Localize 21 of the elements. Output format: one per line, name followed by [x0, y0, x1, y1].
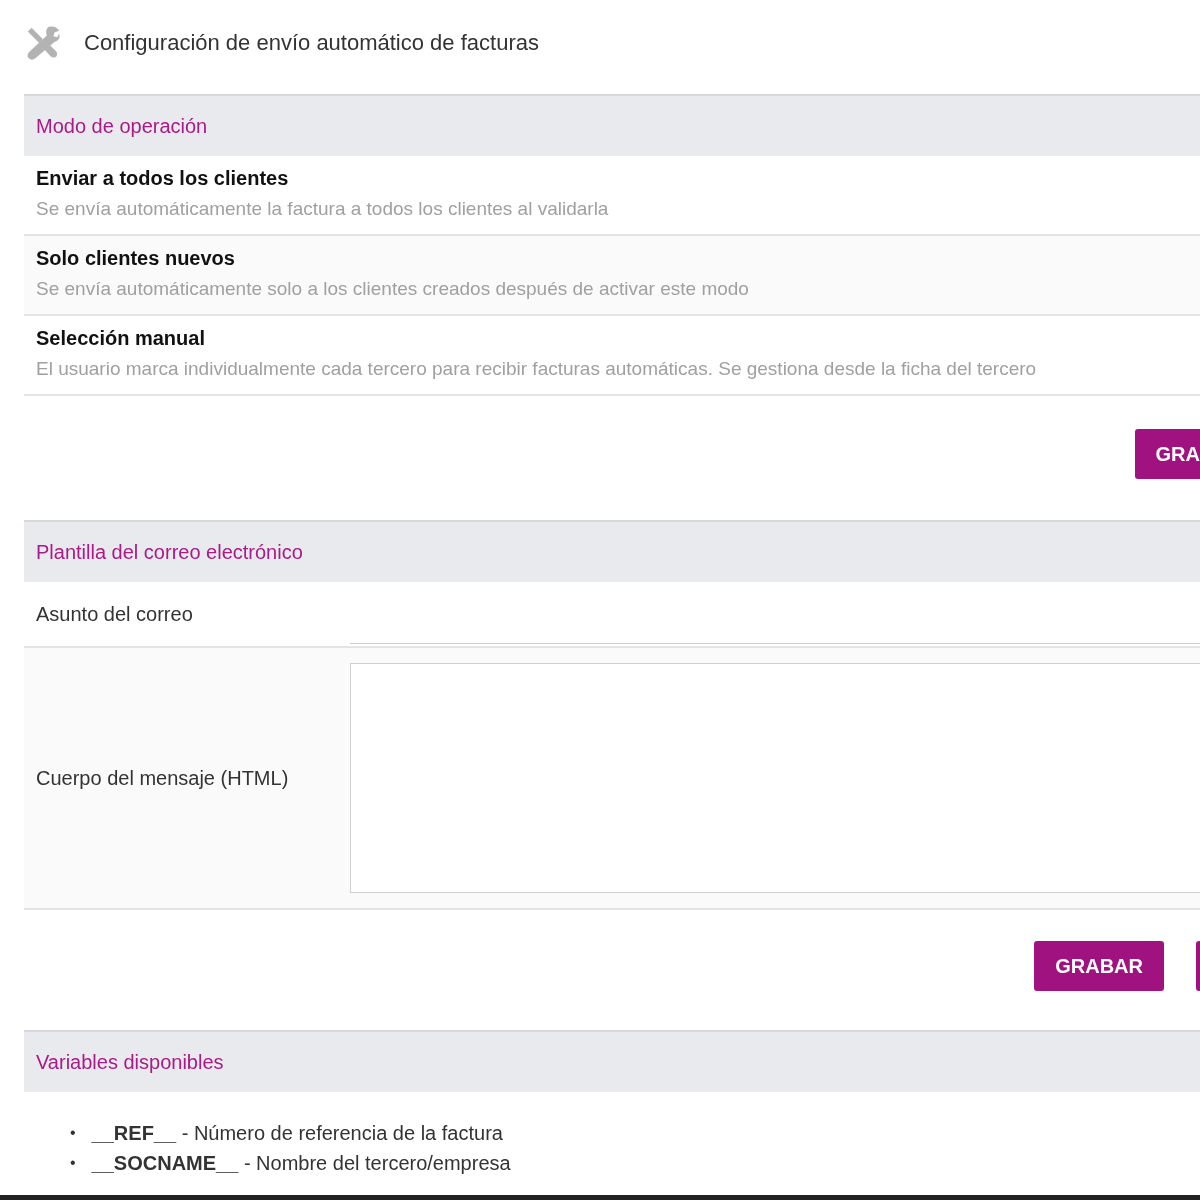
field-label: Asunto del correo	[36, 602, 194, 626]
section-header: Variables disponibles	[24, 1030, 1200, 1092]
page-title: Configuración de envío automático de facturas	[84, 30, 539, 56]
option-title: Enviar a todos los clientes	[36, 167, 290, 190]
option-description: Se envía automáticamente la factura a todos los clientes al validarla	[36, 198, 610, 220]
save-button[interactable]: GRABAR	[1034, 941, 1164, 991]
variable-description: __SOCNAME__ - Nombre del tercero/empresa	[91, 1151, 511, 1176]
option-row[interactable]: Solo clientes nuevos Se envía automáticamente solo a los clientes creados después de activar este modo	[24, 236, 1200, 316]
bullet: •	[70, 1153, 76, 1173]
option-title: Selección manual	[36, 327, 206, 350]
section-header: Modo de operación	[24, 94, 1200, 156]
save-button[interactable]: GRA	[1134, 429, 1200, 479]
bullet: •	[70, 1123, 76, 1143]
option-description: El usuario marca individualmente cada tercero para recibir facturas automáticas. Se gestiona desde la ficha del tercero	[36, 358, 1038, 380]
message-body-field[interactable]	[350, 663, 1200, 893]
option-description: Se envía automáticamente solo a los clientes creados después de activar este modo	[36, 278, 750, 300]
field-label: Cuerpo del mensaje (HTML)	[36, 766, 290, 790]
variable-description: __REF__ - Número de referencia de la factura	[91, 1121, 503, 1146]
option-title: Solo clientes nuevos	[36, 247, 236, 270]
section-header: Plantilla del correo electrónico	[24, 520, 1200, 582]
button[interactable]	[1196, 941, 1200, 991]
